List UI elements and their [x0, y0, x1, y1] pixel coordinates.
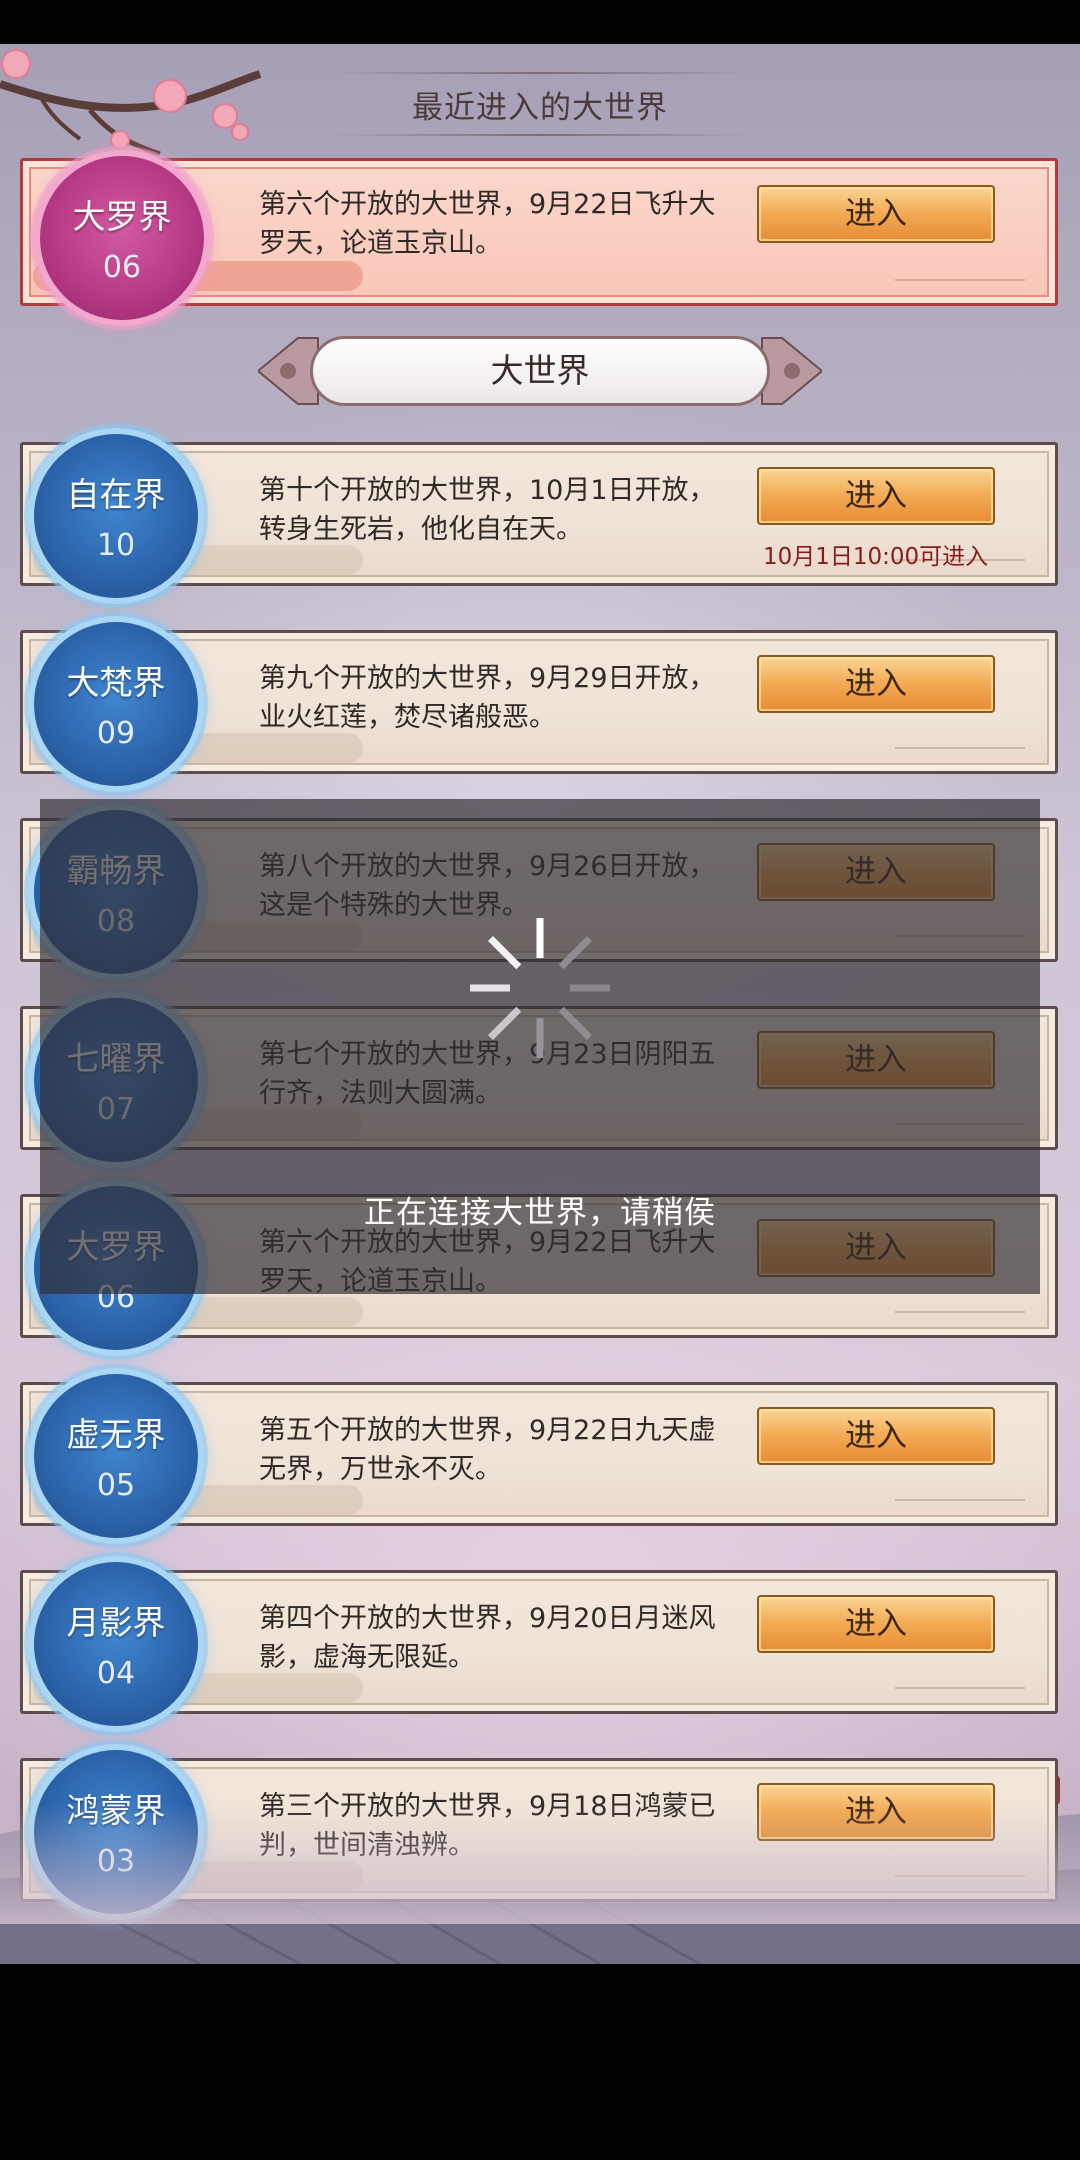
world-name: 虚无界 — [66, 1415, 166, 1454]
world-name: 月影界 — [66, 1603, 166, 1642]
world-name: 大罗界 — [72, 197, 172, 236]
world-number: 10 — [96, 528, 136, 563]
card-decoration-line — [895, 1311, 1025, 1313]
world-emblem: 自在界 10 — [34, 434, 198, 598]
recent-section-title: 最近进入的大世界 — [412, 90, 668, 126]
world-description: 第十个开放的大世界，10月1日开放，转身生死岩，他化自在天。 — [259, 475, 716, 545]
world-description: 第九个开放的大世界，9月29日开放，业火红莲，焚尽诸般恶。 — [259, 663, 716, 733]
bottom-fade — [0, 1804, 1080, 1924]
title-divider-top — [330, 72, 750, 74]
list-title: 大世界 — [310, 336, 770, 406]
card-decoration-line — [895, 1499, 1025, 1501]
enter-button[interactable]: 进入 — [757, 467, 995, 525]
list-title-banner: 大世界 — [258, 332, 822, 410]
world-number: 05 — [96, 1468, 136, 1503]
card-decoration-line — [895, 279, 1025, 281]
loading-text: 正在连接大世界，请稍侯 — [364, 1195, 716, 1231]
world-emblem: 大罗界 06 — [40, 156, 204, 320]
card-decoration-line — [895, 1687, 1025, 1689]
world-emblem: 虚无界 05 — [34, 1374, 198, 1538]
game-scene: 最近进入的大世界 第六个开放的大世界，9月22日飞升大罗天，论道玉京山。 进入 … — [0, 44, 1080, 1964]
world-description: 第五个开放的大世界，9月22日九天虚无界，万世永不灭。 — [259, 1415, 716, 1485]
world-description: 第六个开放的大世界，9月22日飞升大罗天，论道玉京山。 — [259, 189, 716, 259]
enter-button[interactable]: 进入 — [757, 1407, 995, 1465]
loading-spinner-icon — [470, 918, 610, 1058]
world-name: 自在界 — [66, 475, 166, 514]
world-number: 06 — [102, 250, 142, 285]
world-name: 大梵界 — [66, 663, 166, 702]
world-description: 第四个开放的大世界，9月20日月迷风影，虚海无限延。 — [259, 1603, 716, 1673]
open-time-note: 10月1日10:00可进入 — [763, 544, 989, 570]
loading-overlay: 正在连接大世界，请稍侯 — [40, 799, 1040, 1294]
world-number: 04 — [96, 1656, 136, 1691]
world-number: 09 — [96, 716, 136, 751]
card-decoration-line — [895, 747, 1025, 749]
enter-button[interactable]: 进入 — [757, 655, 995, 713]
world-emblem: 大梵界 09 — [34, 622, 198, 786]
enter-button[interactable]: 进入 — [757, 1595, 995, 1653]
enter-button[interactable]: 进入 — [757, 185, 995, 243]
world-emblem: 月影界 04 — [34, 1562, 198, 1726]
title-divider-bottom — [330, 134, 750, 136]
